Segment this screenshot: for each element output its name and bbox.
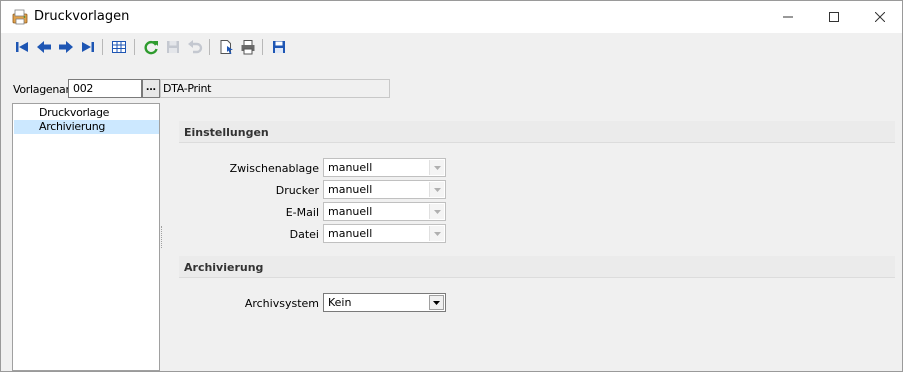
previous-record-button[interactable] (35, 38, 53, 56)
tree-item-archivierung[interactable]: Archivierung (14, 120, 159, 134)
minimize-button[interactable] (765, 1, 811, 33)
next-record-button[interactable] (57, 38, 75, 56)
archivsystem-select[interactable]: Kein (323, 293, 446, 312)
archivsystem-label: Archivsystem (244, 297, 319, 310)
minimize-icon (783, 16, 793, 18)
maximize-button[interactable] (811, 1, 857, 33)
tree-item-druckvorlage[interactable]: Druckvorlage (14, 106, 159, 120)
section-title: Archivierung (184, 261, 264, 274)
datei-label: Datei (289, 228, 319, 241)
navigation-tree: Druckvorlage Archivierung (12, 103, 160, 371)
toolbar-separator (209, 39, 210, 55)
toolbar-separator (262, 39, 263, 55)
close-button[interactable] (857, 1, 903, 33)
drucker-select[interactable]: manuell (323, 180, 446, 199)
vorlagenart-input[interactable]: 002 (68, 79, 142, 98)
email-select[interactable]: manuell (323, 202, 446, 221)
new-document-icon (220, 40, 233, 54)
refresh-button[interactable] (142, 38, 160, 56)
previous-record-icon (37, 41, 51, 53)
chevron-down-icon (429, 160, 444, 175)
table-view-icon (112, 41, 126, 53)
refresh-icon (144, 40, 158, 55)
save-button[interactable] (164, 38, 182, 56)
toolbar-separator (102, 39, 103, 55)
close-icon (875, 12, 885, 22)
window: Druckvorlagen Vorlagenart 002 ... DTA-Pr… (0, 0, 903, 372)
first-record-button[interactable] (13, 38, 31, 56)
new-document-button[interactable] (217, 38, 235, 56)
drucker-label: Drucker (275, 184, 319, 197)
email-value: manuell (328, 205, 373, 218)
section-header-einstellungen: Einstellungen (179, 121, 895, 143)
last-record-icon (82, 42, 94, 52)
save-layout-icon (273, 41, 285, 53)
vorlagenart-browse-button[interactable]: ... (142, 79, 160, 98)
zwischenablage-label: Zwischenablage (229, 162, 319, 175)
print-templates-app-icon (12, 9, 28, 25)
undo-button[interactable] (186, 38, 204, 56)
undo-icon (188, 40, 203, 54)
save-layout-button[interactable] (270, 38, 288, 56)
chevron-down-icon (429, 182, 444, 197)
print-button[interactable] (239, 38, 257, 56)
vorlagenart-label: Vorlagenart (13, 83, 74, 96)
maximize-icon (829, 12, 839, 22)
table-view-button[interactable] (110, 38, 128, 56)
window-title: Druckvorlagen (34, 9, 130, 24)
vorlagenart-description: DTA-Print (160, 79, 390, 98)
zwischenablage-value: manuell (328, 161, 373, 174)
next-record-icon (59, 41, 73, 53)
chevron-down-icon (429, 295, 444, 310)
section-title: Einstellungen (184, 126, 269, 139)
chevron-down-icon (429, 226, 444, 241)
archivsystem-value: Kein (328, 296, 352, 309)
email-label: E-Mail (285, 206, 319, 219)
title-bar: Druckvorlagen (1, 1, 902, 33)
last-record-button[interactable] (79, 38, 97, 56)
datei-value: manuell (328, 227, 373, 240)
datei-select[interactable]: manuell (323, 224, 446, 243)
drucker-value: manuell (328, 183, 373, 196)
print-icon (241, 40, 255, 55)
first-record-icon (16, 42, 28, 52)
chevron-down-icon (429, 204, 444, 219)
toolbar (1, 33, 902, 59)
zwischenablage-select[interactable]: manuell (323, 158, 446, 177)
toolbar-separator (134, 39, 135, 55)
section-header-archivierung: Archivierung (179, 256, 895, 278)
save-icon (167, 41, 179, 53)
